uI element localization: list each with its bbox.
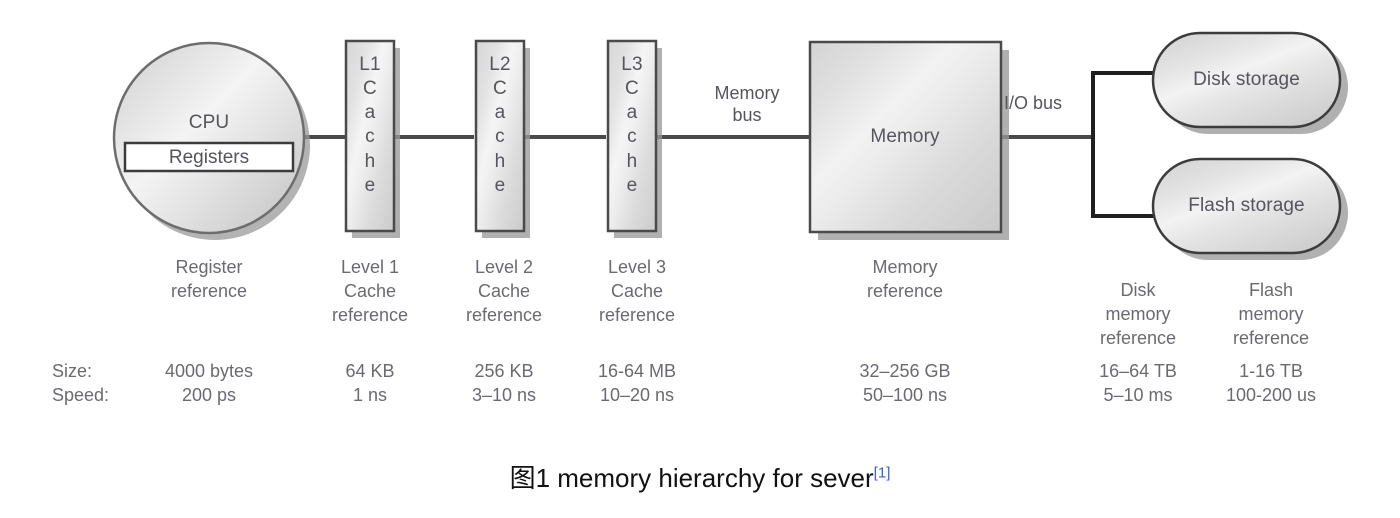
l2-reference-label: Level 2 Cache reference xyxy=(465,257,543,325)
l3-letter-1: a xyxy=(626,102,638,124)
memory-label: Memory xyxy=(870,126,940,147)
size-value-l1: 64 KB xyxy=(345,361,395,381)
l1-letter-1: a xyxy=(364,102,376,124)
l1-letter-2: c xyxy=(365,126,375,148)
memory-bus-label: Memory bus xyxy=(714,83,780,125)
l2-letter-0: C xyxy=(493,78,507,100)
size-row-label: Size: xyxy=(52,361,93,381)
io-bus-label: I/O bus xyxy=(1004,93,1063,113)
registers-label: Registers xyxy=(168,147,250,168)
l2-title: L2 xyxy=(489,54,511,75)
size-value-l3: 16-64 MB xyxy=(597,361,677,381)
caption-text: 图1 memory hierarchy for sever xyxy=(509,463,874,493)
disk-reference-label: Disk memory reference xyxy=(1099,280,1177,348)
size-value-l2: 256 KB xyxy=(474,361,534,381)
speed-value-l1: 1 ns xyxy=(352,385,388,405)
speed-value-l2: 3–10 ns xyxy=(471,385,537,405)
cpu-label: CPU xyxy=(188,112,230,133)
l3-reference-label: Level 3 Cache reference xyxy=(598,257,676,325)
l1-letter-3: h xyxy=(364,150,376,172)
memory-hierarchy-diagram: CPU Registers L1 Ca c h e L2 Ca c h e L3 Ca c h e Me… xyxy=(0,0,1400,518)
cpu-node xyxy=(112,41,310,240)
register-reference-label: Register reference xyxy=(170,257,248,301)
size-value-memory: 32–256 GB xyxy=(859,361,951,381)
speed-value-flash: 100-200 us xyxy=(1225,385,1317,405)
speed-row-label: Speed: xyxy=(52,385,110,405)
caption-citation[interactable]: [1] xyxy=(874,464,891,481)
l2-cache-text: L2 Ca c h e xyxy=(476,53,524,198)
speed-value-memory: 50–100 ns xyxy=(862,385,948,405)
l3-title: L3 xyxy=(621,54,643,75)
speed-value-registers: 200 ps xyxy=(181,385,237,405)
l1-reference-label: Level 1 Cache reference xyxy=(331,257,409,325)
size-value-flash: 1-16 TB xyxy=(1239,361,1303,381)
l3-letter-4: e xyxy=(626,174,638,196)
size-value-disk: 16–64 TB xyxy=(1099,361,1177,381)
l2-letter-2: c xyxy=(495,126,505,148)
l2-letter-4: e xyxy=(494,174,506,196)
speed-value-disk: 5–10 ms xyxy=(1103,385,1173,405)
l1-cache-text: L1 Ca c h e xyxy=(346,53,394,198)
l1-letter-4: e xyxy=(364,174,376,196)
figure-caption: 图1 memory hierarchy for sever[1] xyxy=(0,458,1400,495)
flash-reference-label: Flash memory reference xyxy=(1232,280,1310,348)
speed-value-l3: 10–20 ns xyxy=(599,385,675,405)
l2-letter-3: h xyxy=(494,150,506,172)
l3-cache-text: L3 Ca c h e xyxy=(608,53,656,198)
cpu-circle xyxy=(112,41,306,235)
l2-letter-1: a xyxy=(494,102,506,124)
memory-reference-label: Memory reference xyxy=(866,257,944,301)
l3-letter-2: c xyxy=(627,126,637,148)
flash-storage-label: Flash storage xyxy=(1188,195,1305,216)
l1-title: L1 xyxy=(359,54,381,75)
l1-letter-0: C xyxy=(363,78,377,100)
size-value-registers: 4000 bytes xyxy=(164,361,254,381)
l3-letter-3: h xyxy=(626,150,638,172)
l3-letter-0: C xyxy=(625,78,639,100)
disk-storage-label: Disk storage xyxy=(1193,69,1300,90)
